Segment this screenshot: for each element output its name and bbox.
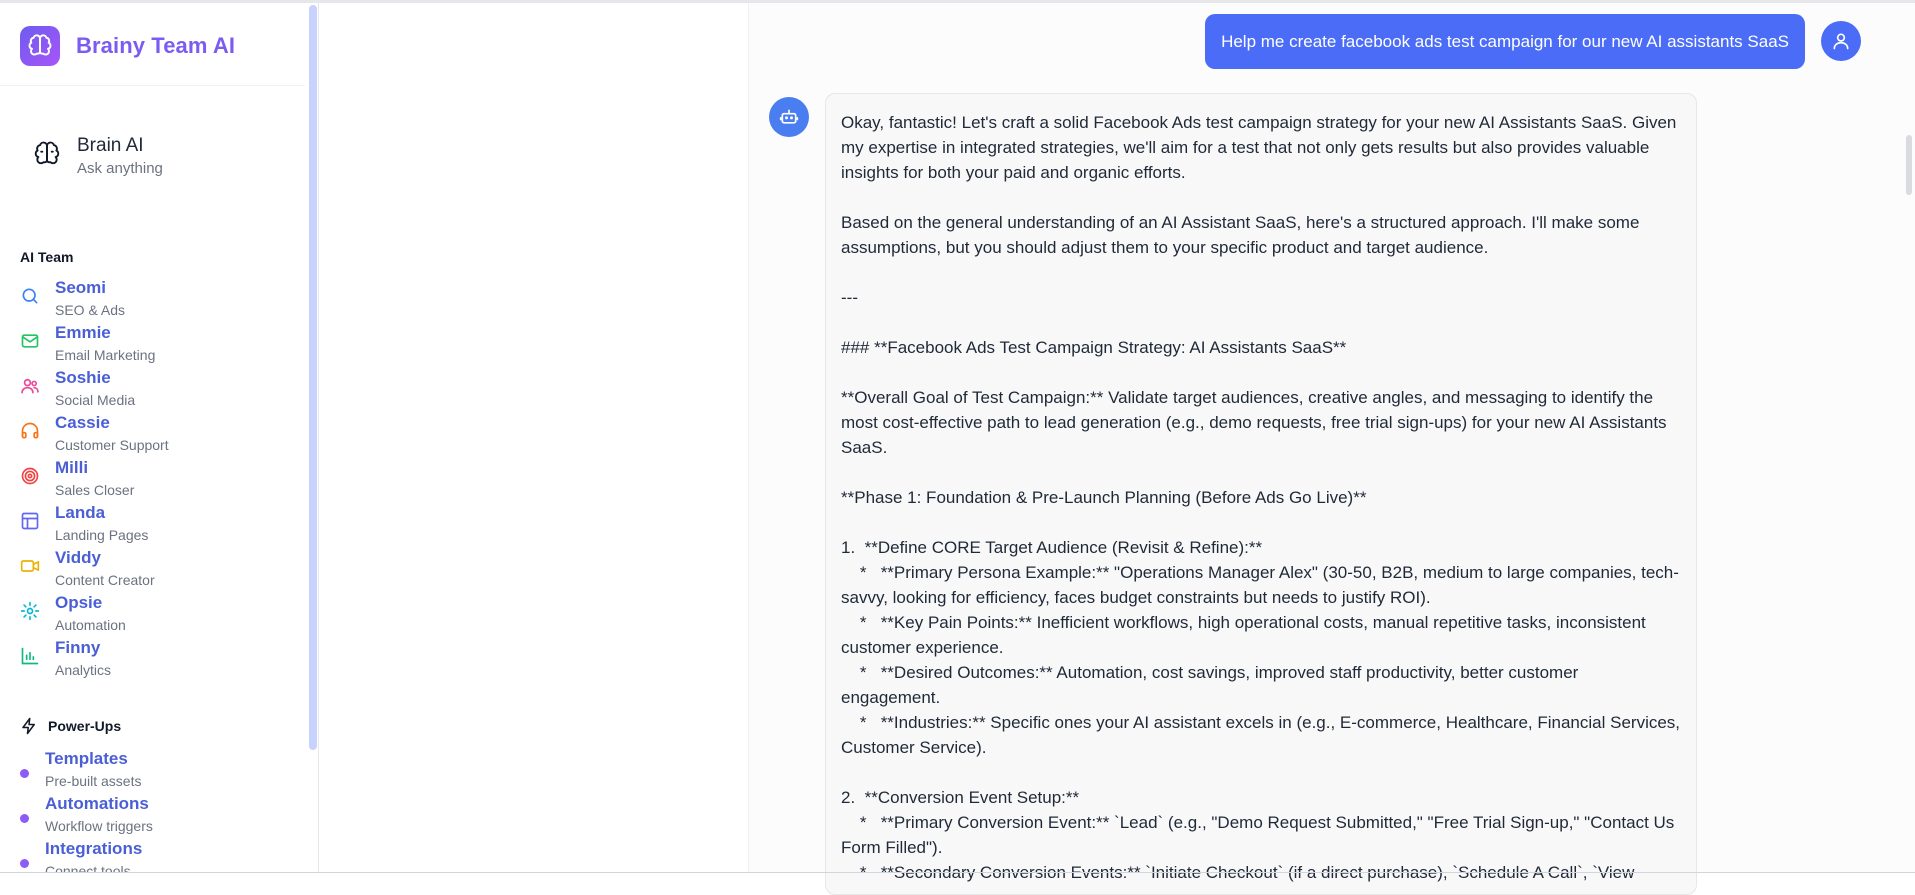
team-item-role: Customer Support [55,437,169,453]
team-item-emmie[interactable]: Emmie Email Marketing [20,323,305,368]
power-up-integrations[interactable]: Integrations Connect tools [20,839,305,873]
bot-avatar [769,97,809,137]
team-item-seomi[interactable]: Seomi SEO & Ads [20,278,305,323]
ai-team-heading: AI Team [20,249,74,265]
power-up-subtitle: Workflow triggers [45,818,153,834]
user-icon [1833,33,1849,50]
power-ups-heading: Power-Ups [20,717,121,735]
team-item-cassie[interactable]: Cassie Customer Support [20,413,305,458]
team-item-name: Finny [55,638,101,657]
team-item-role: Social Media [55,392,136,408]
team-item-role: Sales Closer [55,482,135,498]
mail-icon [21,334,39,348]
power-up-name: Integrations [45,839,143,858]
team-item-name: Emmie [55,323,111,342]
team-item-name: Landa [55,503,106,522]
brain-ai-title: Brain AI [77,135,144,156]
team-item-role: Automation [55,617,126,633]
power-up-name: Templates [45,749,128,768]
assistant-message: Okay, fantastic! Let's craft a solid Fac… [825,93,1697,895]
sidebar-scrollbar[interactable] [309,5,317,750]
empty-panel [319,3,749,873]
users-icon [21,378,39,394]
headphones-icon [21,422,39,439]
team-item-role: Analytics [55,662,112,678]
team-item-soshie[interactable]: Soshie Social Media [20,368,305,413]
bar-chart-icon [21,647,39,665]
chat-scrollbar[interactable] [1906,135,1912,195]
team-item-name: Opsie [55,593,103,612]
team-item-role: SEO & Ads [55,302,126,318]
power-up-templates[interactable]: Templates Pre-built assets [20,749,305,794]
team-item-name: Seomi [55,278,107,297]
brain-ai-item[interactable]: Brain AI Ask anything [33,135,163,177]
lightning-icon [22,717,35,735]
video-icon [20,560,40,572]
team-item-name: Milli [55,458,89,477]
search-icon [22,288,38,304]
brain-ai-subtitle: Ask anything [77,160,163,177]
brain-outline-icon [33,140,61,173]
layout-icon [21,512,39,530]
team-item-role: Landing Pages [55,527,149,543]
team-item-role: Content Creator [55,572,155,588]
user-avatar[interactable] [1821,21,1861,61]
team-item-opsie[interactable]: Opsie Automation [20,593,305,638]
assistant-message-text: Okay, fantastic! Let's craft a solid Fac… [841,113,1681,882]
target-icon [21,467,39,485]
ai-team-list: Seomi SEO & Ads Emmie Email Marketing So… [20,278,305,683]
bullet-dot-icon [20,859,29,868]
robot-icon [779,109,799,124]
brain-icon [20,26,60,66]
brand[interactable]: Brainy Team AI [20,26,235,66]
sidebar: Brainy Team AI Brain AI Ask anything AI … [0,3,319,873]
brand-name: Brainy Team AI [76,33,236,58]
power-ups-label: Power-Ups [48,718,122,734]
team-item-role: Email Marketing [55,347,156,363]
team-item-viddy[interactable]: Viddy Content Creator [20,548,305,593]
team-item-landa[interactable]: Landa Landing Pages [20,503,305,548]
team-item-milli[interactable]: Milli Sales Closer [20,458,305,503]
bullet-dot-icon [20,814,29,823]
team-item-name: Soshie [55,368,111,387]
power-up-name: Automations [45,794,149,813]
team-item-name: Cassie [55,413,110,432]
power-ups-list: Templates Pre-built assets Automations W… [20,749,305,873]
user-message: Help me create facebook ads test campaig… [1205,14,1805,69]
power-up-automations[interactable]: Automations Workflow triggers [20,794,305,839]
team-item-name: Viddy [55,548,101,567]
bullet-dot-icon [20,769,29,778]
team-item-finny[interactable]: Finny Analytics [20,638,305,683]
power-up-subtitle: Pre-built assets [45,773,142,789]
brand-divider [0,85,305,86]
gear-icon [20,601,40,621]
